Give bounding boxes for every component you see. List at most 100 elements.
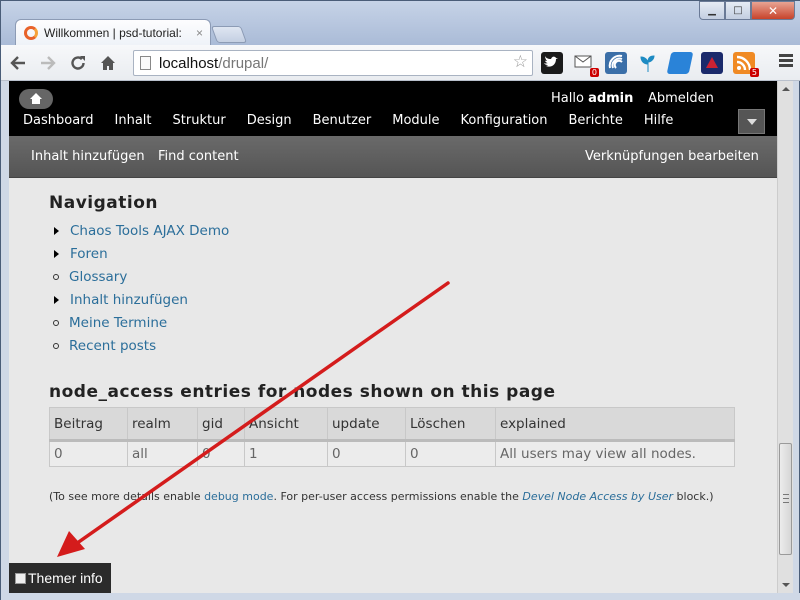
arrow-down-icon	[782, 583, 790, 587]
table-header-row: Beitrag realm gid Ansicht update Löschen…	[49, 407, 735, 442]
table-cell: 0	[197, 440, 245, 467]
menu-item-inhalt[interactable]: Inhalt	[115, 113, 152, 128]
admin-menu: Dashboard Inhalt Struktur Design Benutze…	[23, 113, 694, 128]
forward-button[interactable]	[35, 50, 61, 76]
reload-button[interactable]	[65, 50, 91, 76]
shortcut-add-content[interactable]: Inhalt hinzufügen	[31, 149, 145, 164]
menu-item-module[interactable]: Module	[392, 113, 439, 128]
table-row: 0 all 0 1 0 0 All users may view all nod…	[49, 440, 735, 467]
node-access-table: Beitrag realm gid Ansicht update Löschen…	[49, 407, 735, 467]
note-extension-icon[interactable]	[666, 52, 694, 74]
themer-info-checkbox[interactable]	[15, 572, 26, 584]
back-icon	[10, 55, 25, 70]
minimize-button[interactable]: ▁	[699, 1, 725, 20]
plant-extension-icon[interactable]	[637, 52, 659, 74]
twitter-extension-icon[interactable]	[541, 52, 563, 74]
column-header: update	[327, 407, 406, 442]
nav-item-recent-posts[interactable]: Recent posts	[49, 334, 749, 357]
browser-menu-icon[interactable]	[779, 54, 793, 69]
shortcut-find-content[interactable]: Find content	[158, 149, 239, 164]
leaf-bullet-icon	[53, 342, 59, 349]
address-bar[interactable]: localhost/drupal/ ☆	[133, 50, 533, 76]
bookmark-star-icon[interactable]: ☆	[513, 52, 528, 72]
nav-item-inhalt-hinzufuegen[interactable]: Inhalt hinzufügen	[49, 288, 749, 311]
collapsed-bullet-icon	[54, 249, 59, 258]
new-tab-button[interactable]	[210, 26, 248, 43]
scroll-down-button[interactable]	[778, 577, 794, 593]
table-cell: 1	[244, 440, 328, 467]
rss-badge: 5	[749, 68, 759, 77]
browser-tab[interactable]: Willkommen | psd-tutorial: ×	[15, 19, 211, 46]
nav-item-chaos-tools[interactable]: Chaos Tools AJAX Demo	[49, 219, 749, 242]
rss-extension-icon[interactable]: 5	[733, 52, 759, 77]
scrollbar-thumb[interactable]	[779, 443, 792, 555]
nav-item-foren[interactable]: Foren	[49, 242, 749, 265]
edit-shortcuts-link[interactable]: Verknüpfungen bearbeiten	[585, 149, 759, 164]
column-header: realm	[127, 407, 198, 442]
url-host: localhost	[159, 54, 219, 72]
forward-icon	[41, 55, 56, 70]
menu-item-design[interactable]: Design	[247, 113, 292, 128]
window-bottom-border	[1, 593, 800, 600]
menu-item-berichte[interactable]: Berichte	[569, 113, 623, 128]
column-header: gid	[197, 407, 245, 442]
table-cell: All users may view all nodes.	[495, 440, 735, 467]
table-cell: all	[127, 440, 198, 467]
username-link[interactable]: admin	[588, 91, 633, 106]
browser-toolbar: localhost/drupal/ ☆ 0 5	[1, 45, 800, 81]
window-controls: ▁ □ ✕	[699, 1, 795, 20]
url-path: /drupal/	[218, 54, 269, 72]
home-button[interactable]	[95, 50, 121, 76]
chevron-down-icon	[746, 118, 757, 125]
drupal-home-button[interactable]	[19, 89, 53, 109]
table-cell: 0	[405, 440, 496, 467]
feedly-extension-icon[interactable]	[605, 52, 627, 74]
menu-item-struktur[interactable]: Struktur	[173, 113, 226, 128]
extension-icons: 0 5	[541, 52, 765, 77]
page-icon	[140, 56, 151, 70]
nav-item-glossary[interactable]: Glossary	[49, 265, 749, 288]
menu-item-dashboard[interactable]: Dashboard	[23, 113, 94, 128]
debug-mode-link[interactable]: debug mode	[204, 490, 273, 503]
tab-title: Willkommen | psd-tutorial:	[44, 26, 182, 40]
close-window-button[interactable]: ✕	[751, 1, 795, 20]
home-icon	[101, 55, 115, 70]
vertical-scrollbar[interactable]	[777, 81, 793, 593]
navigation-menu: Chaos Tools AJAX Demo Foren Glossary Inh…	[49, 219, 749, 357]
back-button[interactable]	[5, 50, 31, 76]
favicon-icon	[24, 26, 38, 40]
logout-link[interactable]: Abmelden	[648, 91, 714, 106]
navigation-heading: Navigation	[49, 193, 158, 213]
tab-strip: Willkommen | psd-tutorial: × ▁ □ ✕	[1, 1, 800, 46]
reload-icon	[71, 55, 85, 70]
scroll-up-button[interactable]	[778, 81, 794, 97]
table-cell: 0	[49, 440, 128, 467]
column-header: explained	[495, 407, 735, 442]
maximize-button[interactable]: □	[725, 1, 751, 20]
column-header: Beitrag	[49, 407, 128, 442]
shortcuts-bar: Inhalt hinzufügen Find content Verknüpfu…	[9, 136, 777, 178]
menu-item-konfiguration[interactable]: Konfiguration	[461, 113, 548, 128]
column-header: Ansicht	[244, 407, 328, 442]
themer-info-label: Themer info	[28, 570, 103, 586]
page-content: Navigation Chaos Tools AJAX Demo Foren G…	[49, 193, 749, 503]
nav-item-meine-termine[interactable]: Meine Termine	[49, 311, 749, 334]
node-access-heading: node_access entries for nodes shown on t…	[49, 382, 556, 402]
mail-badge: 0	[589, 68, 599, 77]
collapsed-bullet-icon	[54, 226, 59, 235]
user-greeting: Hallo admin	[551, 91, 634, 106]
drupal-admin-toolbar: Hallo admin Abmelden Dashboard Inhalt St…	[9, 81, 777, 136]
access-note: (To see more details enable debug mode. …	[49, 490, 714, 503]
shield-extension-icon[interactable]	[701, 52, 723, 74]
page-viewport: Hallo admin Abmelden Dashboard Inhalt St…	[9, 81, 777, 593]
leaf-bullet-icon	[53, 319, 59, 326]
shortcuts-drawer-toggle[interactable]	[738, 109, 765, 134]
devel-node-access-link[interactable]: Devel Node Access by User	[522, 490, 673, 503]
tab-close-icon[interactable]: ×	[196, 26, 203, 40]
column-header: Löschen	[405, 407, 496, 442]
mail-extension-icon[interactable]: 0	[573, 52, 599, 77]
menu-item-hilfe[interactable]: Hilfe	[644, 113, 674, 128]
menu-item-benutzer[interactable]: Benutzer	[313, 113, 372, 128]
themer-info-widget[interactable]: Themer info	[9, 563, 111, 593]
home-icon	[30, 93, 42, 104]
